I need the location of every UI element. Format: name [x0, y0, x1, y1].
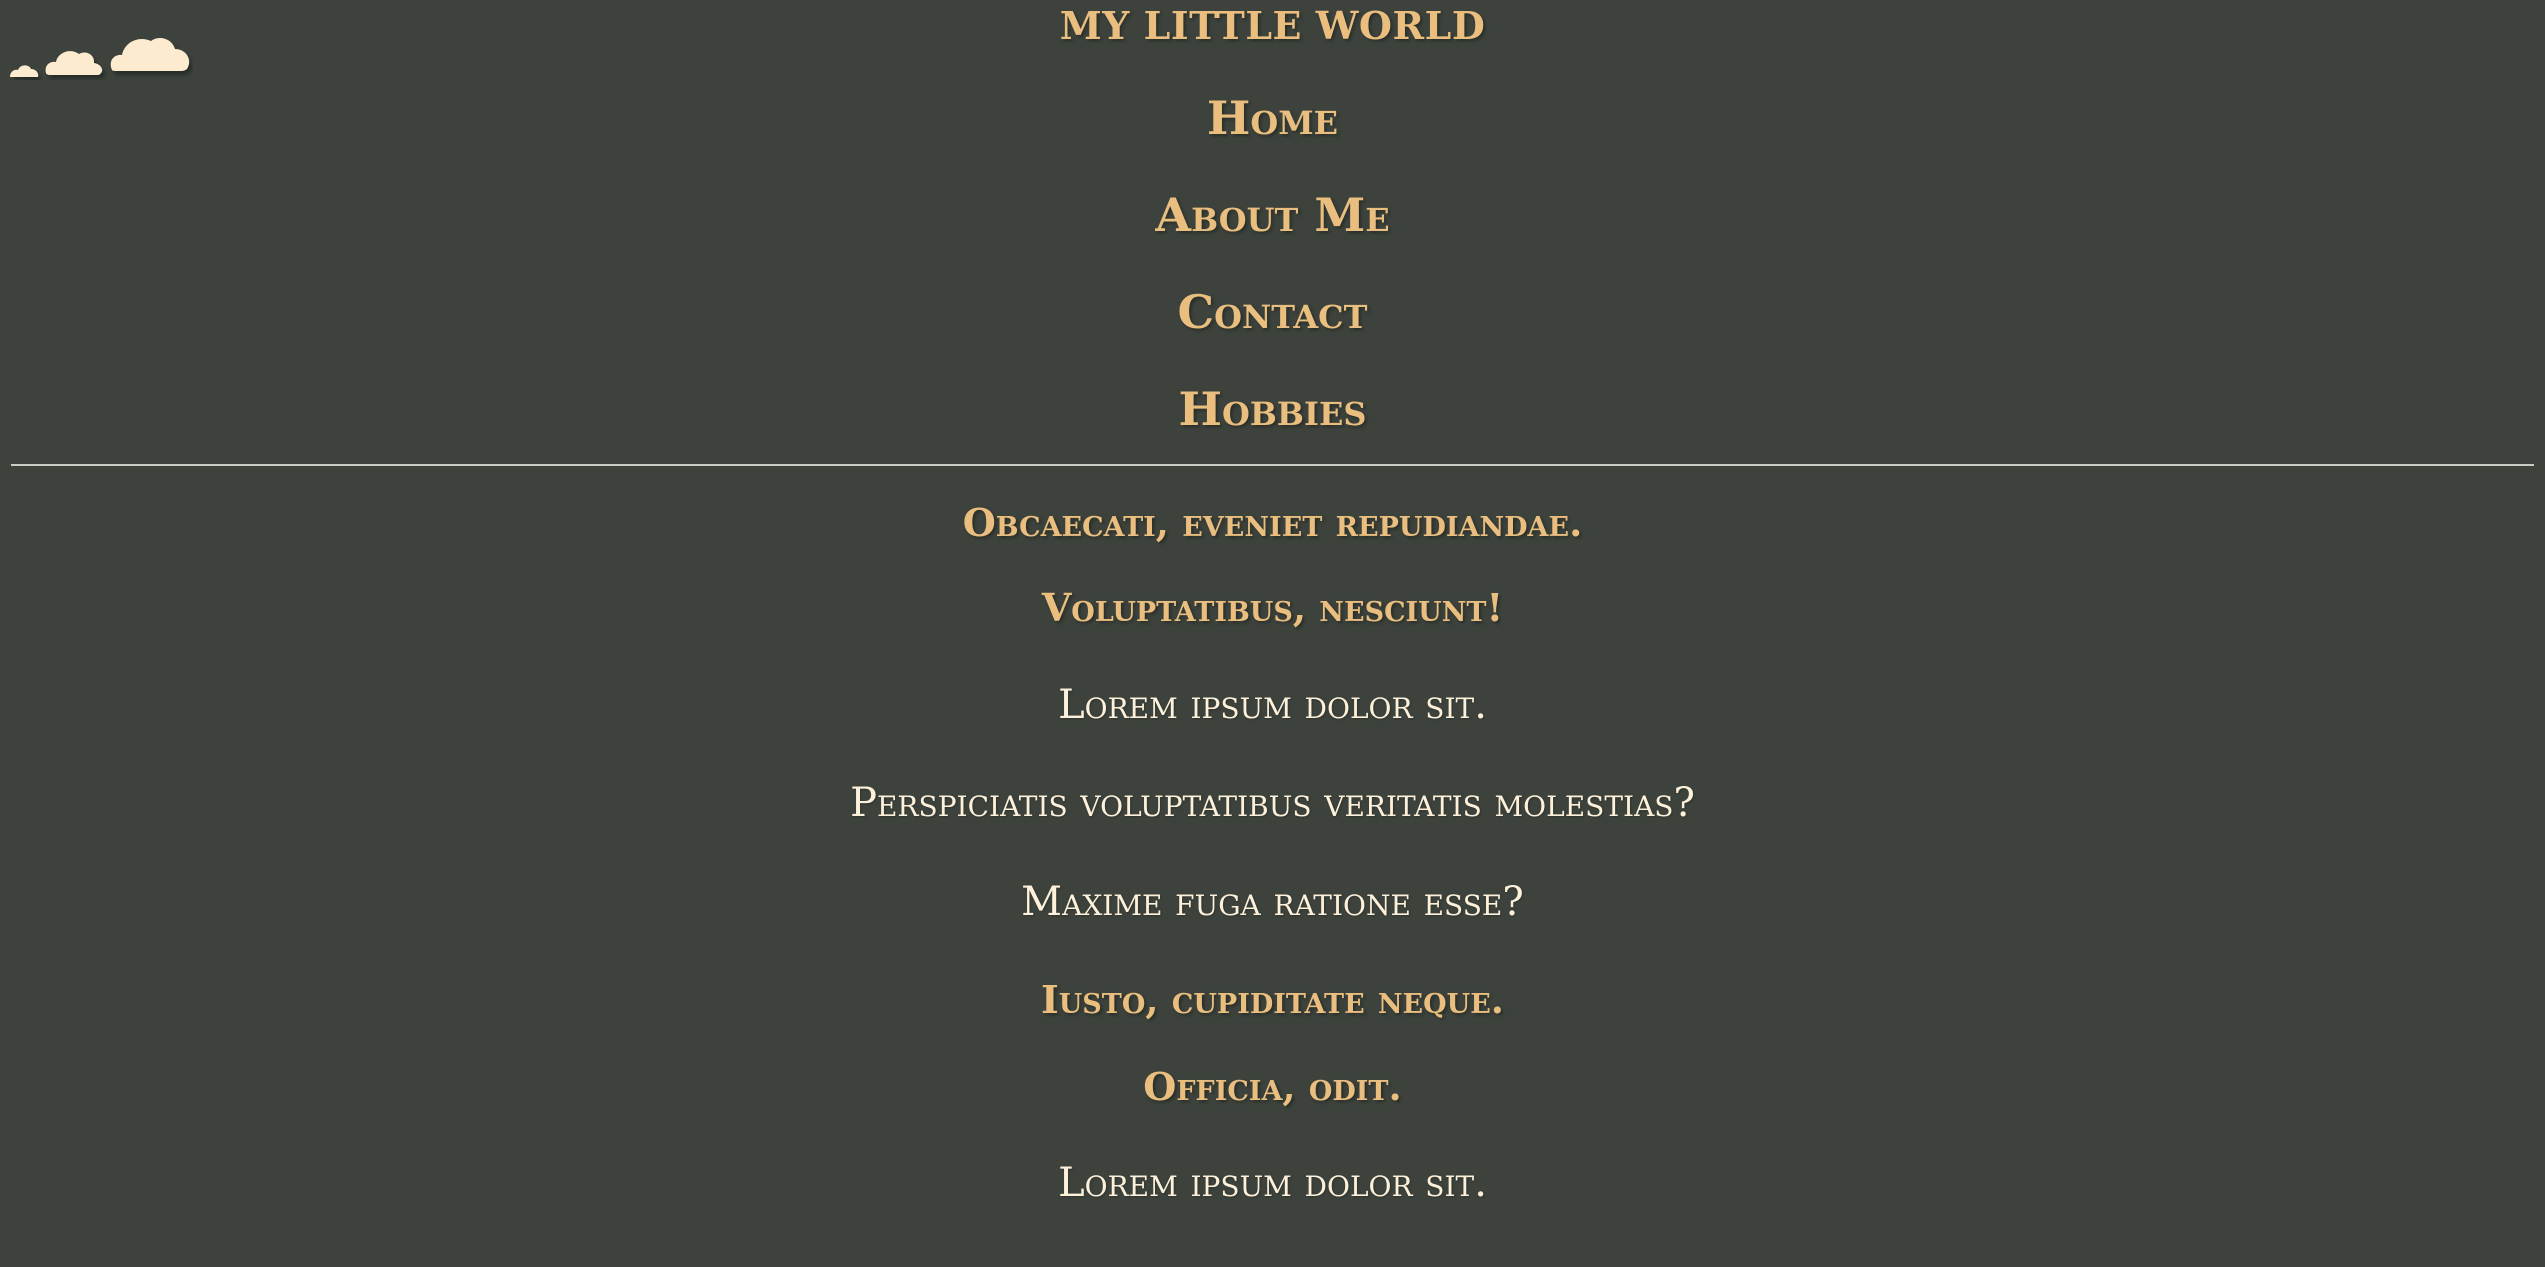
nav-item-home: Home	[0, 83, 2545, 180]
main-nav: Home About Me Contact Hobbies	[0, 83, 2545, 471]
content-heading: Obcaecati, eveniet repudiandae.	[962, 500, 1583, 545]
content-paragraph: Lorem ipsum dolor sit.	[1058, 1160, 1487, 1206]
content-heading: Officia, odit.	[1143, 1064, 1402, 1109]
nav-link-hobbies[interactable]: Hobbies	[1179, 382, 1367, 436]
content-paragraph: Maxime fuga ratione esse?	[1021, 879, 1524, 925]
content-heading: Voluptatibus, nesciunt!	[1041, 585, 1504, 630]
nav-link-contact[interactable]: Contact	[1178, 285, 1368, 339]
content-paragraph: Lorem ipsum dolor sit.	[1058, 682, 1487, 728]
nav-item-hobbies: Hobbies	[0, 374, 2545, 471]
nav-link-home[interactable]: Home	[1207, 91, 1338, 145]
content-paragraph: Perspiciatis voluptatibus veritatis mole…	[850, 780, 1695, 826]
nav-item-about-me: About Me	[0, 180, 2545, 277]
nav-link-about-me[interactable]: About Me	[1155, 188, 1389, 242]
site-title: MY LITTLE WORLD	[1059, 3, 1486, 48]
nav-item-contact: Contact	[0, 277, 2545, 374]
divider	[11, 464, 2534, 466]
content-heading: Iusto, cupiditate neque.	[1040, 977, 1505, 1022]
